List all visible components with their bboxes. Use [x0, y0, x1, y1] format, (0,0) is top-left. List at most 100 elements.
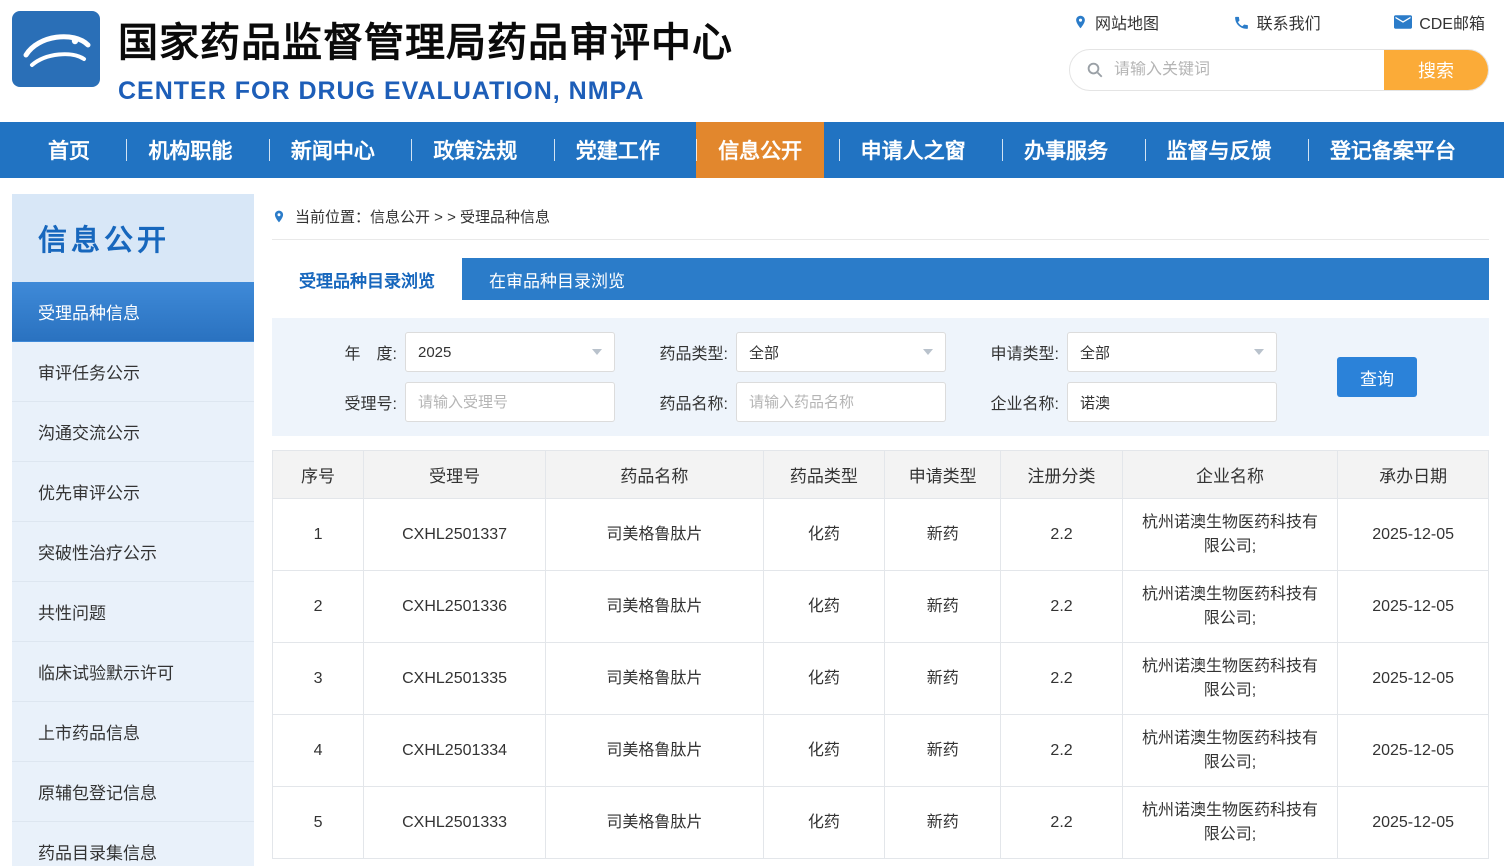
table-cell: 2.2: [1000, 498, 1123, 571]
table-cell: 新药: [884, 642, 1002, 715]
cde-logo-icon: [12, 11, 100, 87]
table-cell: 化药: [762, 714, 886, 787]
table-cell: 3: [271, 642, 365, 715]
nav-item-1[interactable]: 机构职能: [126, 122, 254, 178]
table-cell: 杭州诺澳生物医药科技有限公司;: [1121, 570, 1339, 643]
nav-item-4[interactable]: 党建工作: [553, 122, 682, 178]
table-cell: 司美格鲁肽片: [545, 498, 764, 571]
company-label: 企业名称:: [990, 396, 1059, 413]
tab-1[interactable]: 在审品种目录浏览: [462, 258, 652, 300]
table-cell: 2025-12-05: [1337, 642, 1489, 715]
nav-item-6[interactable]: 申请人之窗: [838, 122, 988, 178]
results-table-head-row: 序号 受理号 药品名称 药品类型 申请类型 注册分类 企业名称 承办日期: [271, 450, 1489, 499]
breadcrumb-text: 当前位置：信息公开 > > 受理品种信息: [295, 209, 551, 226]
sidebar-item-2[interactable]: 沟通交流公示: [12, 402, 254, 462]
sidebar-item-0[interactable]: 受理品种信息: [12, 282, 254, 342]
quick-links: 网站地图 联系我们 CDE邮箱: [1069, 9, 1489, 35]
nav-item-3[interactable]: 政策法规: [411, 122, 539, 178]
table-cell: 2: [271, 570, 365, 643]
table-row[interactable]: 3 CXHL2501335 司美格鲁肽片 化药 新药 2.2 杭州诺澳生物医药科技有限公司;…: [271, 642, 1489, 715]
sidebar-item-5[interactable]: 共性问题: [12, 582, 254, 642]
table-row[interactable]: 4 CXHL2501334 司美格鲁肽片 化药 新药 2.2 杭州诺澳生物医药科技有限公司;…: [271, 714, 1489, 787]
year-filter: 年 度: 2025: [312, 332, 615, 372]
quick-link-label: 联系我们: [1256, 16, 1321, 33]
drug-name-input[interactable]: [736, 382, 946, 422]
year-select[interactable]: 2025: [405, 332, 615, 372]
column-header: 药品类型: [762, 450, 886, 499]
sidebar-menu: 受理品种信息 审评任务公示 沟通交流公示 优先审评公示 突破性治疗公示 共性问题 临床试验默…: [12, 282, 254, 866]
nav-item-8[interactable]: 监督与反馈: [1144, 122, 1294, 178]
results-table: 序号 受理号 药品名称 药品类型 申请类型 注册分类 企业名称 承办日期 1 CXHL25013…: [271, 450, 1489, 859]
year-label: 年 度:: [344, 346, 397, 363]
apply-type-select[interactable]: 全部: [1067, 332, 1277, 372]
company-filter: 企业名称:: [974, 382, 1277, 422]
sidebar-item-4[interactable]: 突破性治疗公示: [12, 522, 254, 582]
company-input[interactable]: [1067, 382, 1277, 422]
drug-name-label: 药品名称:: [659, 396, 728, 413]
column-header: 企业名称: [1121, 450, 1339, 499]
sidebar-item-3[interactable]: 优先审评公示: [12, 462, 254, 522]
cde-logo: [12, 11, 100, 92]
column-header: 序号: [271, 450, 365, 499]
column-header: 承办日期: [1337, 450, 1489, 499]
table-cell: 杭州诺澳生物医药科技有限公司;: [1121, 786, 1339, 859]
table-cell: CXHL2501334: [363, 714, 547, 787]
table-cell: 2025-12-05: [1337, 714, 1489, 787]
table-row[interactable]: 1 CXHL2501337 司美格鲁肽片 化药 新药 2.2 杭州诺澳生物医药科技有限公司;…: [271, 498, 1489, 571]
table-row[interactable]: 2 CXHL2501336 司美格鲁肽片 化药 新药 2.2 杭州诺澳生物医药科技有限公司;…: [271, 570, 1489, 643]
apply-type-filter: 申请类型: 全部: [974, 332, 1277, 372]
table-cell: 2.2: [1000, 786, 1123, 859]
table-cell: CXHL2501333: [363, 786, 547, 859]
breadcrumb: 当前位置：信息公开 > > 受理品种信息: [272, 194, 1489, 240]
column-header: 申请类型: [884, 450, 1002, 499]
content: 当前位置：信息公开 > > 受理品种信息 受理品种目录浏览 在审品种目录浏览 年 …: [271, 194, 1489, 859]
table-cell: 司美格鲁肽片: [545, 642, 764, 715]
sidebar-item-1[interactable]: 审评任务公示: [12, 342, 254, 402]
site-title: 国家药品监督管理局药品审评中心: [118, 21, 733, 65]
year-select-value: 2025: [418, 343, 452, 361]
nav-item-2[interactable]: 新闻中心: [268, 122, 397, 178]
table-row[interactable]: 5 CXHL2501333 司美格鲁肽片 化药 新药 2.2 杭州诺澳生物医药科技有限公司;…: [271, 786, 1489, 859]
table-cell: 杭州诺澳生物医药科技有限公司;: [1121, 642, 1339, 715]
accept-no-input[interactable]: [405, 382, 615, 422]
nav-item-9[interactable]: 登记备案平台: [1307, 122, 1478, 178]
nav-item-5[interactable]: 信息公开: [696, 122, 825, 178]
drug-type-select[interactable]: 全部: [736, 332, 946, 372]
table-cell: 2.2: [1000, 714, 1123, 787]
filter-panel: 年 度: 2025 药品类型: 全部 申请类型: 全部 受理号: 请输入受理号 …: [272, 318, 1489, 436]
location-pin-icon: [1073, 13, 1088, 31]
table-cell: 化药: [762, 570, 886, 643]
quick-link-contact[interactable]: 联系我们: [1233, 10, 1321, 34]
table-cell: 新药: [884, 786, 1002, 859]
sidebar-item-8[interactable]: 原辅包登记信息: [12, 762, 254, 822]
nav-item-0[interactable]: 首页: [26, 122, 112, 178]
quick-link-mail[interactable]: CDE邮箱: [1394, 10, 1485, 34]
table-cell: 杭州诺澳生物医药科技有限公司;: [1121, 714, 1339, 787]
table-cell: 司美格鲁肽片: [545, 570, 764, 643]
nav-item-7[interactable]: 办事服务: [1002, 122, 1130, 178]
table-cell: 化药: [762, 498, 886, 571]
quick-link-label: CDE邮箱: [1419, 16, 1485, 33]
sidebar-item-7[interactable]: 上市药品信息: [12, 702, 254, 762]
apply-type-label: 申请类型:: [990, 346, 1059, 363]
table-cell: 司美格鲁肽片: [545, 786, 764, 859]
main-wrap: 信息公开 受理品种信息 审评任务公示 沟通交流公示 优先审评公示 突破性治疗公示 共性问题…: [0, 194, 1504, 866]
site-header: 国家药品监督管理局药品审评中心 CENTER FOR DRUG EVALUATI…: [0, 0, 1504, 122]
quick-link-sitemap[interactable]: 网站地图: [1073, 10, 1159, 34]
accept-no-filter: 受理号:: [312, 382, 615, 422]
table-cell: 5: [271, 786, 365, 859]
search-button[interactable]: 搜索: [1384, 50, 1488, 90]
table-cell: 4: [271, 714, 365, 787]
accept-no-label: 受理号:: [344, 396, 397, 413]
table-cell: 司美格鲁肽片: [545, 714, 764, 787]
sidebar-item-6[interactable]: 临床试验默示许可: [12, 642, 254, 702]
search-input[interactable]: [1114, 61, 1384, 79]
table-cell: 1: [271, 498, 365, 571]
sidebar-title: 信息公开: [12, 194, 254, 282]
query-button[interactable]: 查询: [1337, 357, 1417, 397]
sidebar-item-9[interactable]: 药品目录集信息: [12, 822, 254, 866]
apply-type-select-value: 全部: [1080, 344, 1111, 362]
table-cell: 新药: [884, 498, 1002, 571]
filter-row-1: 年 度: 2025 药品类型: 全部 申请类型: 全部: [272, 332, 1489, 372]
tab-0[interactable]: 受理品种目录浏览: [272, 258, 462, 300]
